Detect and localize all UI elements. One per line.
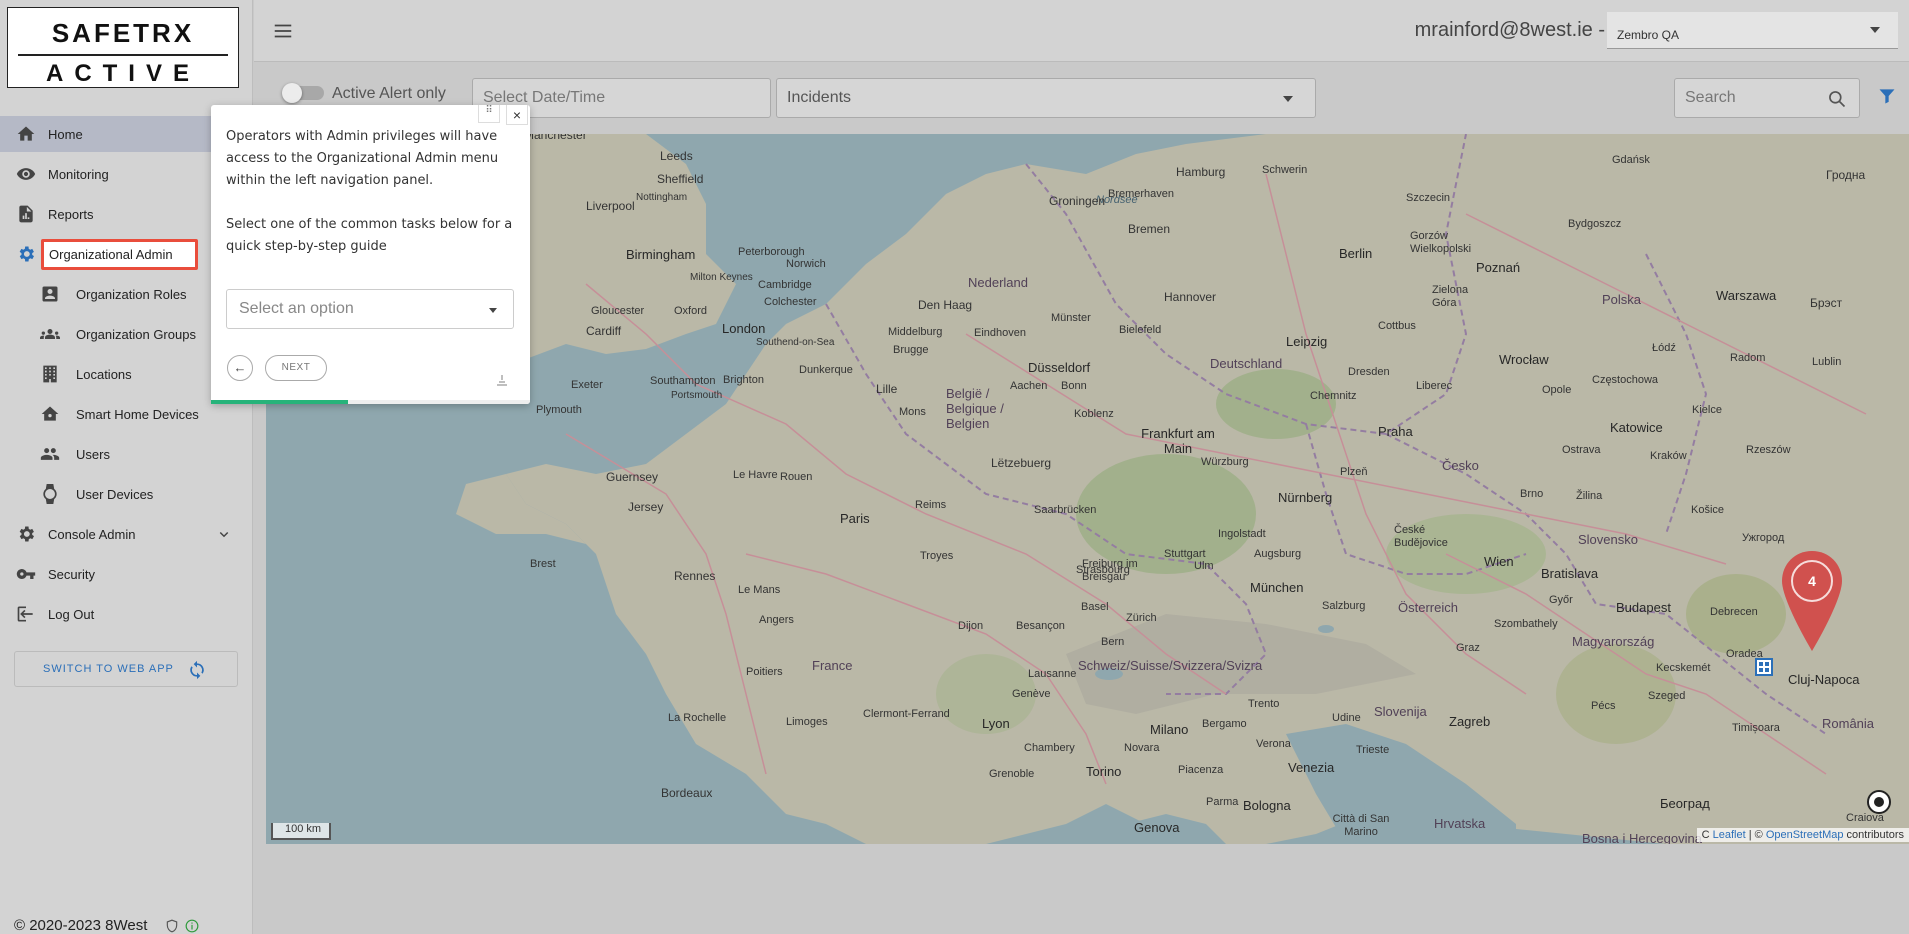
gear-icon xyxy=(16,524,36,544)
sidebar-item-label: Organizational Admin xyxy=(49,247,173,262)
next-button[interactable]: NEXT xyxy=(265,355,327,381)
guide-progress-fill xyxy=(211,400,349,404)
sidebar-item-label: Home xyxy=(48,126,83,142)
sidebar-item-label: Log Out xyxy=(48,606,95,622)
top-bar: mrainford@8west.ie - Zembro QA xyxy=(254,0,1909,62)
incidents-value: Incidents xyxy=(787,89,852,106)
sidebar-item-label: Monitoring xyxy=(48,166,109,182)
date-placeholder: Select Date/Time xyxy=(483,89,606,106)
sidebar-item-label: Locations xyxy=(76,366,132,382)
scale-label: 100 km xyxy=(285,823,322,835)
smart-home-icon xyxy=(40,404,60,424)
reports-icon xyxy=(16,204,36,224)
sync-icon xyxy=(190,660,204,680)
shield-icon xyxy=(167,919,178,932)
sidebar-item-console-admin[interactable]: Console Admin xyxy=(0,516,253,552)
drag-symbol: ⠿ xyxy=(485,105,493,116)
filter-icon[interactable] xyxy=(1877,86,1897,106)
brand-line2: ACTIVE xyxy=(45,60,200,87)
locate-me-icon[interactable] xyxy=(1866,789,1892,815)
attribution-prefix: C xyxy=(1701,829,1710,841)
sidebar-item-users[interactable]: Users xyxy=(0,436,253,472)
guide-popup: ⠿ × Operators with Admin privileges will… xyxy=(211,105,530,404)
leaflet-link[interactable]: Leaflet xyxy=(1713,829,1746,841)
active-alert-toggle[interactable] xyxy=(282,83,324,103)
gear-icon xyxy=(16,244,36,264)
switch-label: SWITCH TO WEB APP xyxy=(43,663,174,675)
select-placeholder: Select an option xyxy=(239,300,354,317)
footer: © 2020-2023 8West xyxy=(14,917,199,934)
organization-select[interactable]: Zembro QA xyxy=(1607,12,1898,49)
menu-icon[interactable] xyxy=(272,20,294,42)
next-label: NEXT xyxy=(281,362,311,373)
map-pin-marker[interactable]: 4 xyxy=(1780,549,1844,654)
home-icon xyxy=(16,124,36,144)
sidebar-item-label: Reports xyxy=(48,206,94,222)
search-icon[interactable] xyxy=(1827,89,1847,109)
sidebar-item-label: Organization Roles xyxy=(76,286,187,302)
guide-steps-icon xyxy=(497,375,507,386)
search-input[interactable]: Search xyxy=(1674,78,1860,118)
logo-divider xyxy=(18,54,228,56)
location-building-icon[interactable] xyxy=(1755,658,1773,676)
chevron-down-icon[interactable] xyxy=(215,525,233,543)
attribution-suffix: contributors xyxy=(1843,829,1904,841)
user-email: mrainford@8west.ie - xyxy=(1414,19,1605,41)
close-button[interactable]: × xyxy=(506,105,528,125)
eye-icon xyxy=(16,164,36,184)
openstreetmap-link[interactable]: OpenStreetMap xyxy=(1766,829,1844,841)
brand-line1: SAFETRX xyxy=(51,18,195,48)
dropdown-arrow-icon xyxy=(489,308,497,313)
sidebar-item-label: Smart Home Devices xyxy=(76,406,199,422)
sidebar-item-user-devices[interactable]: User Devices xyxy=(0,476,253,512)
guide-progress-bar xyxy=(211,400,530,404)
active-alert-label: Active Alert only xyxy=(332,85,446,102)
search-placeholder: Search xyxy=(1685,89,1736,106)
close-icon: × xyxy=(512,107,522,123)
attribution-separator: | © xyxy=(1745,829,1766,841)
guide-text: Operators with Admin privileges will hav… xyxy=(226,126,516,258)
info-icon[interactable] xyxy=(185,919,199,933)
key-icon xyxy=(16,564,36,584)
guide-paragraph-2: Select one of the common tasks below for… xyxy=(226,217,513,254)
brand-logo: SAFETRX ACTIVE xyxy=(7,7,239,88)
cluster-count: 4 xyxy=(1808,573,1816,589)
sidebar-item-label: Users xyxy=(76,446,110,462)
sidebar-item-logout[interactable]: Log Out xyxy=(0,596,253,632)
dropdown-arrow-icon xyxy=(1870,27,1880,33)
drag-handle-icon[interactable]: ⠿ xyxy=(478,105,500,123)
sidebar-item-home[interactable]: Home xyxy=(0,116,220,152)
sidebar-item-label: Organization Groups xyxy=(76,326,196,342)
users-icon xyxy=(40,444,60,464)
organization-value: Zembro QA xyxy=(1617,28,1680,42)
back-arrow-icon: ← xyxy=(233,360,247,375)
sidebar-item-label: User Devices xyxy=(76,486,154,502)
logout-icon xyxy=(16,604,36,624)
copyright-text: © 2020-2023 8West xyxy=(14,917,148,934)
id-card-icon xyxy=(40,284,60,304)
guide-paragraph-1: Operators with Admin privileges will hav… xyxy=(226,129,499,188)
incidents-select[interactable]: Incidents xyxy=(776,78,1316,118)
organizational-admin-highlight[interactable]: Organizational Admin xyxy=(41,239,198,270)
sidebar-item-security[interactable]: Security xyxy=(0,556,253,592)
group-icon xyxy=(40,324,60,344)
map-attribution: C Leaflet | © OpenStreetMap contributors xyxy=(1696,828,1909,842)
switch-to-web-app-button[interactable]: SWITCH TO WEB APP xyxy=(14,651,238,687)
dropdown-arrow-icon xyxy=(1283,96,1293,102)
sidebar-item-label: Console Admin xyxy=(48,526,136,542)
map-scale: 100 km xyxy=(271,823,331,840)
back-button[interactable]: ← xyxy=(227,355,253,381)
watch-icon xyxy=(40,484,60,504)
guide-task-select[interactable]: Select an option xyxy=(226,289,514,329)
building-icon xyxy=(40,364,60,384)
sidebar-item-label: Security xyxy=(48,566,95,582)
